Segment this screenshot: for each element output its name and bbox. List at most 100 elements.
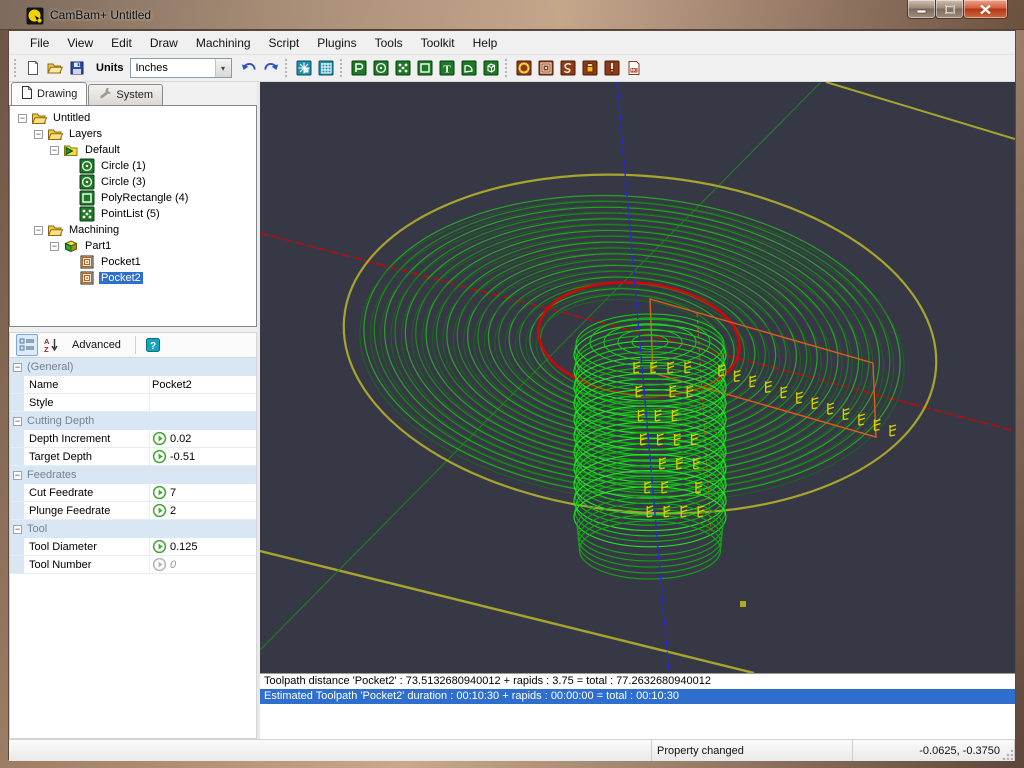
tree-item-polyrectangle-4[interactable]: PolyRectangle (4) bbox=[10, 190, 256, 206]
property-value-cell[interactable]: Pocket2 bbox=[150, 379, 256, 391]
property-value[interactable]: Pocket2 bbox=[152, 379, 192, 391]
property-name[interactable]: Target Depth bbox=[24, 448, 150, 465]
open-folder-button[interactable] bbox=[44, 57, 66, 79]
property-category[interactable]: −Cutting Depth bbox=[10, 412, 256, 430]
categorized-view-button[interactable] bbox=[16, 334, 38, 356]
menu-view[interactable]: View bbox=[58, 33, 102, 53]
status-message: Property changed bbox=[652, 740, 853, 761]
tree-item-layers[interactable]: −Layers bbox=[10, 126, 256, 142]
menu-draw[interactable]: Draw bbox=[141, 33, 187, 53]
maximize-button[interactable] bbox=[935, 0, 964, 19]
mach-lathe-button[interactable] bbox=[579, 57, 601, 79]
property-value-cell[interactable]: -0.51 bbox=[150, 449, 256, 464]
minimize-button[interactable] bbox=[907, 0, 936, 19]
chevron-down-icon[interactable]: ▾ bbox=[215, 59, 231, 77]
property-name[interactable]: Depth Increment bbox=[24, 430, 150, 447]
open-value-arrow-icon[interactable] bbox=[152, 485, 167, 500]
grid-button[interactable] bbox=[315, 57, 337, 79]
draw-points-button[interactable] bbox=[392, 57, 414, 79]
property-value[interactable]: -0.51 bbox=[170, 451, 195, 463]
property-category[interactable]: −Feedrates bbox=[10, 466, 256, 484]
property-name[interactable]: Style bbox=[24, 394, 150, 411]
advanced-button[interactable]: Advanced bbox=[64, 336, 129, 354]
open-value-arrow-icon[interactable] bbox=[152, 449, 167, 464]
viewport-3d[interactable] bbox=[260, 82, 1015, 673]
tab-system[interactable]: System bbox=[88, 84, 163, 105]
tree-item-default[interactable]: −Default bbox=[10, 142, 256, 158]
tree-item-machining[interactable]: −Machining bbox=[10, 222, 256, 238]
undo-button[interactable] bbox=[238, 57, 260, 79]
redo-button[interactable] bbox=[260, 57, 282, 79]
draw-cube-button[interactable] bbox=[480, 57, 502, 79]
property-value-cell[interactable]: 0.125 bbox=[150, 539, 256, 554]
menu-file[interactable]: File bbox=[21, 33, 58, 53]
mach-drill-button[interactable] bbox=[601, 57, 623, 79]
property-value[interactable]: 2 bbox=[170, 505, 176, 517]
category-expander[interactable]: − bbox=[13, 417, 22, 426]
property-value-cell[interactable]: 0.02 bbox=[150, 431, 256, 446]
units-combobox[interactable]: Inches▾ bbox=[130, 58, 232, 78]
menu-plugins[interactable]: Plugins bbox=[308, 33, 365, 53]
mach-engrave-button[interactable] bbox=[557, 57, 579, 79]
draw-circle-button[interactable] bbox=[370, 57, 392, 79]
tree-item-untitled[interactable]: −Untitled bbox=[10, 110, 256, 126]
menu-tools[interactable]: Tools bbox=[366, 33, 412, 53]
tree-expander[interactable]: − bbox=[50, 242, 59, 251]
open-value-arrow-icon[interactable] bbox=[152, 431, 167, 446]
titlebar[interactable]: CamBam+ Untitled bbox=[0, 0, 1024, 30]
toolpath-duration-message[interactable]: Estimated Toolpath 'Pocket2' duration : … bbox=[260, 689, 1015, 704]
mach-pocket-button[interactable] bbox=[535, 57, 557, 79]
tree-item-circle-1[interactable]: Circle (1) bbox=[10, 158, 256, 174]
tree-item-circle-3[interactable]: Circle (3) bbox=[10, 174, 256, 190]
menu-script[interactable]: Script bbox=[260, 33, 309, 53]
draw-rect-icon bbox=[417, 60, 433, 76]
tree-item-pocket1[interactable]: Pocket1 bbox=[10, 254, 256, 270]
open-value-arrow-icon[interactable] bbox=[152, 503, 167, 518]
property-value[interactable]: 0 bbox=[170, 559, 176, 571]
resize-grip[interactable] bbox=[1001, 748, 1013, 760]
property-value-cell[interactable]: 2 bbox=[150, 503, 256, 518]
tree-item-pocket2[interactable]: Pocket2 bbox=[10, 270, 256, 286]
draw-arc-button[interactable] bbox=[458, 57, 480, 79]
property-value-cell[interactable]: 0 bbox=[150, 557, 256, 572]
tree-expander[interactable]: − bbox=[34, 130, 43, 139]
menu-help[interactable]: Help bbox=[464, 33, 507, 53]
category-expander[interactable]: − bbox=[13, 363, 22, 372]
open-value-arrow-icon[interactable] bbox=[152, 539, 167, 554]
new-document-button[interactable] bbox=[22, 57, 44, 79]
tree-item-part1[interactable]: −Part1 bbox=[10, 238, 256, 254]
category-expander[interactable]: − bbox=[13, 525, 22, 534]
tree-item-pointlist-5[interactable]: PointList (5) bbox=[10, 206, 256, 222]
draw-rect-button[interactable] bbox=[414, 57, 436, 79]
mach-profile-button[interactable] bbox=[513, 57, 535, 79]
menu-machining[interactable]: Machining bbox=[187, 33, 260, 53]
property-name[interactable]: Name bbox=[24, 376, 150, 393]
tree-expander[interactable]: − bbox=[34, 226, 43, 235]
desktop: CamBam+ Untitled FileViewEditDrawMachini… bbox=[0, 0, 1024, 768]
close-button[interactable] bbox=[963, 0, 1008, 19]
property-name[interactable]: Tool Number bbox=[24, 556, 150, 573]
snap-button[interactable] bbox=[293, 57, 315, 79]
menu-toolkit[interactable]: Toolkit bbox=[412, 33, 464, 53]
mach-nc-button[interactable]: NC bbox=[623, 57, 645, 79]
alphabetical-sort-button[interactable]: AZ bbox=[40, 334, 62, 356]
property-category[interactable]: −(General) bbox=[10, 358, 256, 376]
help-button[interactable]: ? bbox=[142, 334, 164, 356]
menu-edit[interactable]: Edit bbox=[102, 33, 141, 53]
save-button[interactable] bbox=[66, 57, 88, 79]
property-value[interactable]: 0.125 bbox=[170, 541, 198, 553]
draw-text-button[interactable]: T bbox=[436, 57, 458, 79]
redo-icon bbox=[263, 60, 279, 76]
tab-drawing[interactable]: Drawing bbox=[11, 82, 87, 105]
property-value[interactable]: 0.02 bbox=[170, 433, 191, 445]
category-expander[interactable]: − bbox=[13, 471, 22, 480]
property-name[interactable]: Tool Diameter bbox=[24, 538, 150, 555]
property-name[interactable]: Plunge Feedrate bbox=[24, 502, 150, 519]
tree-expander[interactable]: − bbox=[50, 146, 59, 155]
tree-expander[interactable]: − bbox=[18, 114, 27, 123]
property-value[interactable]: 7 bbox=[170, 487, 176, 499]
property-name[interactable]: Cut Feedrate bbox=[24, 484, 150, 501]
property-category[interactable]: −Tool bbox=[10, 520, 256, 538]
property-value-cell[interactable]: 7 bbox=[150, 485, 256, 500]
draw-polyline-button[interactable] bbox=[348, 57, 370, 79]
